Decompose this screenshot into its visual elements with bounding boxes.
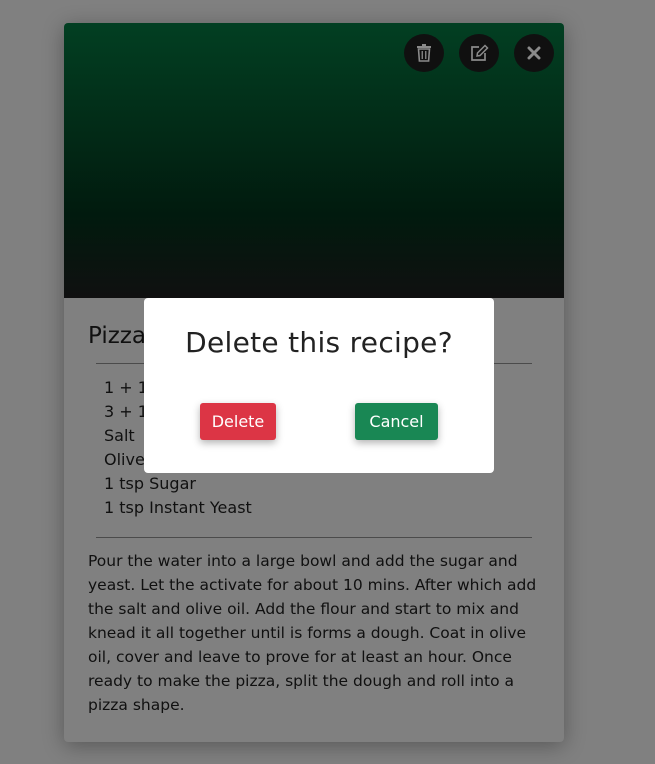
edit-icon [470,44,489,61]
recipe-method: Pour the water into a large bowl and add… [88,552,537,714]
close-card-button[interactable] [514,34,554,72]
cancel-button[interactable]: Cancel [355,403,438,440]
divider [96,537,532,538]
close-icon [527,46,541,60]
edit-recipe-button[interactable] [459,34,499,72]
delete-confirm-dialog: Delete this recipe? Delete Cancel [144,298,494,473]
confirm-delete-button[interactable]: Delete [200,403,276,440]
ingredient-item: 1 tsp Instant Yeast [104,498,252,517]
trash-icon [417,44,431,62]
ingredient-item: 1 tsp Sugar [104,474,196,493]
dialog-title: Delete this recipe? [185,326,453,359]
delete-recipe-button[interactable] [404,34,444,72]
